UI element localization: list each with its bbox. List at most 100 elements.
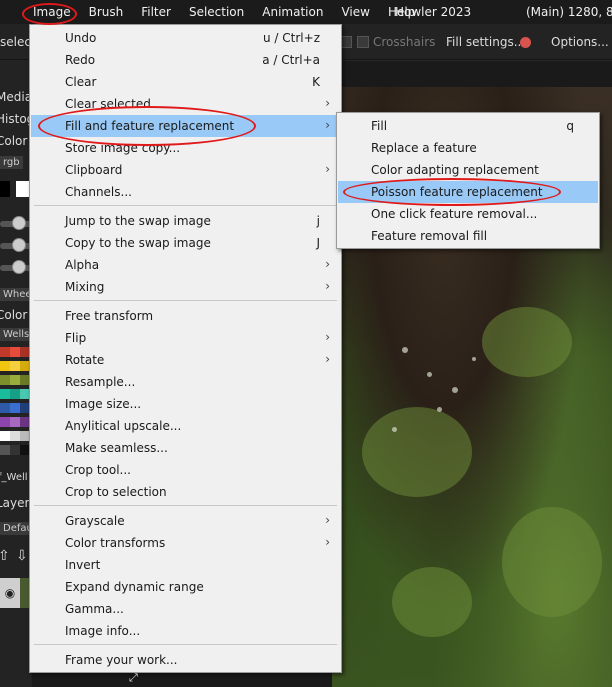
swatch[interactable]: [0, 403, 10, 413]
menu-item-channels[interactable]: Channels...: [31, 181, 340, 203]
swatch[interactable]: [0, 361, 10, 371]
menu-item-alpha[interactable]: Alpha ›: [31, 254, 340, 276]
close-icon[interactable]: [520, 37, 531, 48]
menu-item-label: Clear: [65, 75, 97, 89]
swatch[interactable]: [10, 445, 20, 455]
submenu-item-color-adapting-replacement[interactable]: Color adapting replacement: [338, 159, 598, 181]
menu-item-color-transforms[interactable]: Color transforms ›: [31, 532, 340, 554]
menu-item-undo[interactable]: Undo u / Ctrl+z: [31, 27, 340, 49]
menu-item-label: Redo: [65, 53, 96, 67]
menu-item-clear-selected[interactable]: Clear selected ›: [31, 93, 340, 115]
swatch[interactable]: [10, 403, 20, 413]
color-black-swatch[interactable]: [0, 181, 10, 197]
menu-item-image-info[interactable]: Image info...: [31, 620, 340, 642]
swatch[interactable]: [10, 417, 20, 427]
swatch[interactable]: [0, 375, 10, 385]
menu-item-flip[interactable]: Flip ›: [31, 327, 340, 349]
shortcut-label: j: [316, 214, 320, 228]
menu-item-resample[interactable]: Resample...: [31, 371, 340, 393]
slider-2[interactable]: [0, 238, 32, 252]
menu-item-grayscale[interactable]: Grayscale ›: [31, 510, 340, 532]
menu-item-jump-to-the-swap-image[interactable]: Jump to the swap image j: [31, 210, 340, 232]
menu-item-label: Clear selected: [65, 97, 151, 111]
swatch[interactable]: [0, 347, 10, 357]
menu-filter[interactable]: Filter: [132, 0, 180, 24]
menu-item-gamma[interactable]: Gamma...: [31, 598, 340, 620]
swatch[interactable]: [10, 347, 20, 357]
menu-animation[interactable]: Animation: [253, 0, 332, 24]
resize-icon[interactable]: ⤢: [129, 671, 138, 685]
menu-item-expand-dynamic-range[interactable]: Expand dynamic range: [31, 576, 340, 598]
menu-item-redo[interactable]: Redo a / Ctrl+a: [31, 49, 340, 71]
menu-item-anylitical-upscale[interactable]: Anylitical upscale...: [31, 415, 340, 437]
menu-item-label: Color transforms: [65, 536, 166, 550]
menu-item-label: Mixing: [65, 280, 105, 294]
menu-item-invert[interactable]: Invert: [31, 554, 340, 576]
menu-item-rotate[interactable]: Rotate ›: [31, 349, 340, 371]
crosshairs-checkbox[interactable]: [357, 36, 369, 48]
menu-item-make-seamless[interactable]: Make seamless...: [31, 437, 340, 459]
app-window: Image Brush Filter Selection Animation V…: [0, 0, 612, 687]
swatch[interactable]: [0, 417, 10, 427]
menu-item-crop-tool[interactable]: Crop tool...: [31, 459, 340, 481]
color-label: Color: [0, 134, 28, 148]
menu-selection[interactable]: Selection: [180, 0, 253, 24]
menu-item-label: Store image copy...: [65, 141, 181, 155]
fill-settings-button[interactable]: Fill settings...: [446, 35, 525, 49]
options-button[interactable]: Options...: [551, 35, 609, 49]
menu-item-label: Grayscale: [65, 514, 125, 528]
menu-item-copy-to-the-swap-image[interactable]: Copy to the swap image J: [31, 232, 340, 254]
shortcut-label: a / Ctrl+a: [262, 53, 320, 67]
menu-item-image-size[interactable]: Image size...: [31, 393, 340, 415]
menu-item-fill-and-feature-replacement[interactable]: Fill and feature replacement ›: [31, 115, 340, 137]
swatch[interactable]: [10, 361, 20, 371]
submenu-item-replace-a-feature[interactable]: Replace a feature: [338, 137, 598, 159]
menu-item-clipboard[interactable]: Clipboard ›: [31, 159, 340, 181]
menu-item-mixing[interactable]: Mixing ›: [31, 276, 340, 298]
menu-item-clear[interactable]: Clear K: [31, 71, 340, 93]
slider-3[interactable]: [0, 260, 32, 274]
tab-wells[interactable]: Wells: [0, 328, 32, 341]
app-title: Howler 2023: [395, 5, 472, 19]
menu-brush[interactable]: Brush: [80, 0, 133, 24]
menu-item-frame-your-work[interactable]: Frame your work...: [31, 649, 340, 671]
menu-item-label: Crop to selection: [65, 485, 167, 499]
menu-item-label: Make seamless...: [65, 441, 168, 455]
swatch[interactable]: [10, 375, 20, 385]
swatch[interactable]: [10, 431, 20, 441]
menu-item-label: Image info...: [65, 624, 141, 638]
status-readout: (Main) 1280, 85: [526, 5, 612, 19]
swatch[interactable]: [0, 389, 10, 399]
swatch[interactable]: [0, 445, 10, 455]
chevron-right-icon: ›: [325, 535, 330, 549]
slider-1[interactable]: [0, 216, 32, 230]
submenu-item-label: Color adapting replacement: [371, 163, 539, 177]
menu-image[interactable]: Image: [0, 0, 80, 24]
menu-item-label: Frame your work...: [65, 653, 178, 667]
tab-wheel[interactable]: Wheel: [0, 288, 32, 301]
menu-item-label: Channels...: [65, 185, 132, 199]
menu-item-store-image-copy[interactable]: Store image copy...: [31, 137, 340, 159]
menu-item-crop-to-selection[interactable]: Crop to selection: [31, 481, 340, 503]
chevron-right-icon: ›: [325, 352, 330, 366]
left-panel: Media Histog Color rgb Wheel Color s Wel…: [0, 60, 32, 687]
submenu-item-poisson-feature-replacement[interactable]: Poisson feature replacement: [338, 181, 598, 203]
menu-item-label: Undo: [65, 31, 97, 45]
menu-separator: [34, 300, 337, 301]
tab-rgb[interactable]: rgb: [0, 156, 23, 169]
menu-item-label: Flip: [65, 331, 87, 345]
layer-mode-select[interactable]: Defau: [0, 522, 32, 535]
arrow-down-icon[interactable]: ⇩: [16, 548, 28, 564]
eye-icon[interactable]: ◉: [0, 578, 20, 608]
menu-item-free-transform[interactable]: Free transform: [31, 305, 340, 327]
swatch[interactable]: [0, 431, 10, 441]
arrow-up-icon[interactable]: ⇧: [0, 548, 10, 564]
swatch[interactable]: [10, 389, 20, 399]
submenu-item-feature-removal-fill[interactable]: Feature removal fill: [338, 225, 598, 247]
submenu-item-one-click-feature-removal[interactable]: One click feature removal...: [338, 203, 598, 225]
submenu-item-fill[interactable]: Fill q: [338, 115, 598, 137]
shortcut-label: u / Ctrl+z: [263, 31, 320, 45]
menu-item-label: Free transform: [65, 309, 154, 323]
color-s-label: Color s: [0, 308, 32, 322]
menu-view[interactable]: View: [332, 0, 378, 24]
